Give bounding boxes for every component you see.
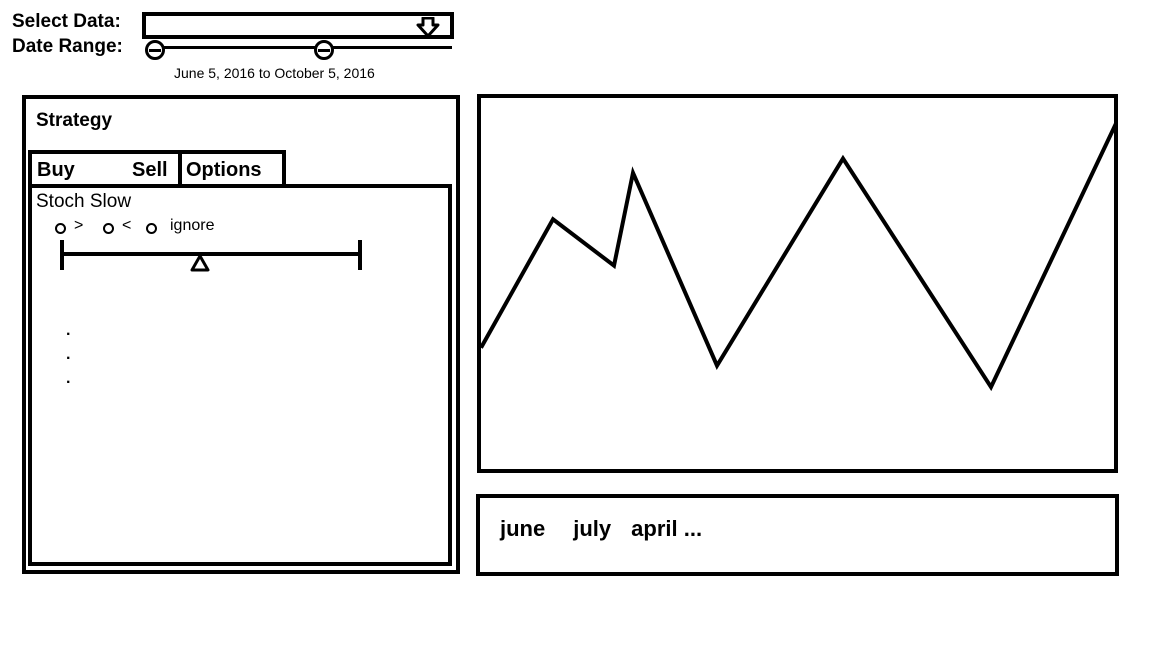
price-chart[interactable] bbox=[477, 94, 1118, 473]
date-range-end-handle[interactable] bbox=[314, 40, 334, 60]
threshold-slider-track[interactable] bbox=[62, 252, 362, 256]
date-range-track[interactable] bbox=[146, 46, 452, 49]
tab-options[interactable]: Options bbox=[178, 150, 286, 188]
indicator-label: Stoch Slow bbox=[36, 191, 132, 212]
select-data-label: Select Data: bbox=[12, 11, 121, 32]
chevron-down-icon[interactable] bbox=[416, 17, 440, 39]
strategy-inner-panel bbox=[28, 184, 452, 566]
slider-thumb-triangle-icon[interactable] bbox=[190, 254, 210, 272]
strategy-title: Strategy bbox=[36, 110, 113, 131]
date-range-text: June 5, 2016 to October 5, 2016 bbox=[174, 65, 375, 81]
tab-buy-label[interactable]: Buy bbox=[37, 159, 75, 182]
radio-ignore[interactable] bbox=[146, 223, 157, 234]
slider-min-cap bbox=[60, 240, 64, 270]
slider-max-cap bbox=[358, 240, 362, 270]
price-chart-svg bbox=[481, 123, 1114, 392]
more-indicator-dot: · bbox=[66, 374, 72, 391]
option-less-than-label: < bbox=[122, 217, 132, 234]
month-june[interactable]: june bbox=[500, 516, 545, 542]
radio-less-than[interactable] bbox=[103, 223, 114, 234]
tab-buy-sell[interactable]: Buy Sell bbox=[28, 150, 182, 188]
option-greater-than-label: > bbox=[74, 217, 84, 234]
date-range-start-handle[interactable] bbox=[145, 40, 165, 60]
more-indicator-dot: · bbox=[66, 326, 72, 343]
price-series-line bbox=[481, 123, 1114, 392]
tab-options-label[interactable]: Options bbox=[186, 159, 262, 182]
date-range-label: Date Range: bbox=[12, 36, 123, 57]
month-july[interactable]: july bbox=[573, 516, 611, 542]
tab-sell-label[interactable]: Sell bbox=[132, 159, 168, 182]
month-april[interactable]: april ... bbox=[631, 516, 702, 542]
month-selector: june july april ... bbox=[476, 494, 1119, 576]
option-ignore-label: ignore bbox=[170, 217, 215, 234]
month-list: june july april ... bbox=[500, 516, 702, 542]
select-data-dropdown[interactable] bbox=[142, 12, 454, 39]
radio-greater-than[interactable] bbox=[55, 223, 66, 234]
more-indicator-dot: · bbox=[66, 350, 72, 367]
